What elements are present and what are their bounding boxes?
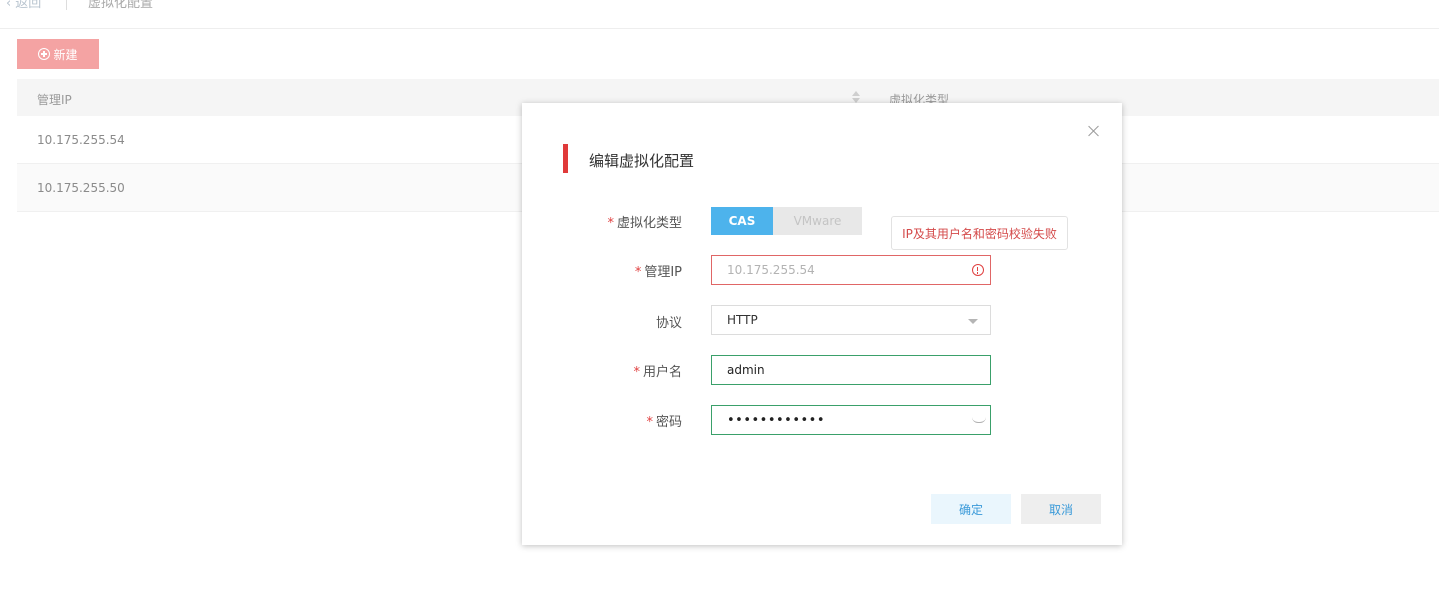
required-mark: *: [646, 415, 653, 430]
password-masked-value: ••••••••••••: [727, 412, 826, 428]
protocol-select[interactable]: HTTP: [711, 305, 991, 335]
error-circle-icon: [972, 264, 984, 276]
virt-type-label-text: 虚拟化类型: [616, 216, 682, 231]
protocol-label: 协议: [655, 316, 682, 331]
cancel-button[interactable]: 取消: [1021, 494, 1101, 524]
edit-virtualization-dialog: 编辑虚拟化配置 * 虚拟化类型 CAS VMware IP及其用户名和密码校验失败…: [522, 103, 1122, 545]
column-header-mgmt-ip[interactable]: 管理IP: [37, 91, 72, 108]
new-button[interactable]: 新建: [17, 39, 99, 69]
required-mark: *: [607, 216, 614, 231]
virt-type-option-vmware[interactable]: VMware: [773, 207, 862, 235]
chevron-left-icon: ‹: [6, 0, 12, 11]
title-accent-bar: [563, 144, 568, 173]
virt-type-option-cas[interactable]: CAS: [711, 207, 773, 235]
new-button-label: 新建: [53, 47, 78, 62]
back-link[interactable]: ‹ 返回: [6, 0, 41, 11]
mgmt-ip-input[interactable]: 10.175.255.54: [711, 255, 991, 285]
table-cell-ip: 10.175.255.54: [37, 133, 125, 147]
username-value: admin: [727, 363, 765, 377]
validation-error-tooltip: IP及其用户名和密码校验失败: [891, 216, 1068, 250]
close-icon[interactable]: [1088, 125, 1100, 137]
back-label: 返回: [15, 0, 42, 11]
username-label: * 用户名: [522, 361, 682, 380]
dialog-title: 编辑虚拟化配置: [589, 152, 695, 170]
mgmt-ip-value: 10.175.255.54: [727, 263, 815, 277]
mgmt-ip-label-text: 管理IP: [644, 265, 682, 280]
top-bar: ‹ 返回 虚拟化配置: [0, 0, 1439, 29]
password-label: * 密码: [522, 411, 682, 430]
required-mark: *: [634, 265, 642, 280]
caret-down-icon: [968, 319, 978, 324]
page-title: 虚拟化配置: [88, 0, 154, 11]
breadcrumb-divider: [66, 0, 67, 10]
virt-type-label: * 虚拟化类型: [522, 212, 682, 231]
sort-icon[interactable]: [851, 90, 861, 104]
virt-type-segmented-control: CAS VMware: [711, 207, 862, 235]
username-label-text: 用户名: [642, 365, 682, 380]
virtualization-config-page: ‹ 返回 虚拟化配置 新建 管理IP 虚拟化类型 10.175.255.54 10…: [0, 0, 1439, 611]
required-mark: *: [633, 365, 640, 380]
username-input[interactable]: admin: [711, 355, 991, 385]
protocol-value: HTTP: [727, 313, 758, 327]
password-input[interactable]: ••••••••••••: [711, 405, 991, 435]
password-label-text: 密码: [655, 415, 682, 430]
table-cell-ip: 10.175.255.50: [37, 181, 125, 195]
plus-circle-icon: [38, 48, 51, 60]
eye-closed-icon[interactable]: [972, 417, 986, 423]
mgmt-ip-label: * 管理IP: [522, 261, 682, 280]
confirm-button[interactable]: 确定: [931, 494, 1011, 524]
